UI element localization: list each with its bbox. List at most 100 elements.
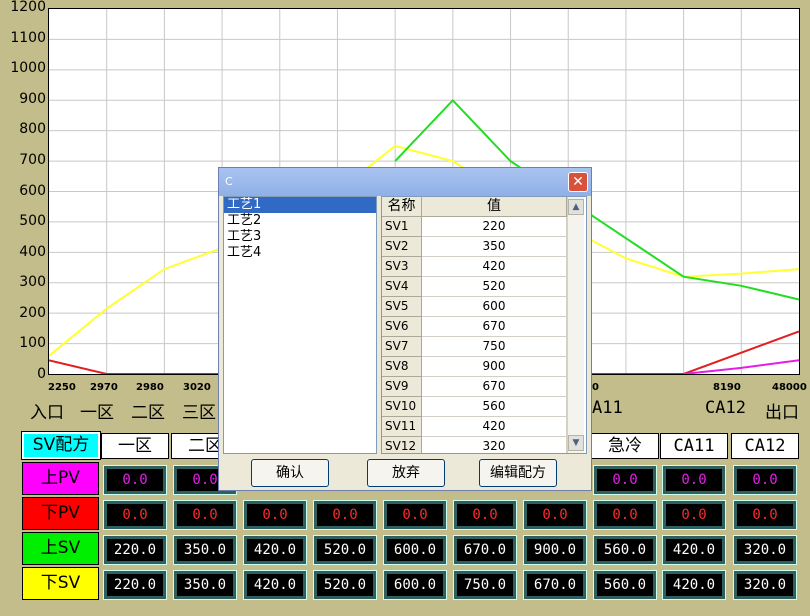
param-value[interactable]: 750 (422, 337, 567, 357)
grid-header-name: 名称 (382, 197, 422, 217)
confirm-button[interactable]: 确认 (251, 459, 329, 487)
param-name: SV10 (382, 397, 422, 417)
x-tick-label: 2250 (48, 382, 76, 393)
param-value[interactable]: 670 (422, 377, 567, 397)
value-cell: 0.0 (593, 500, 657, 530)
x-tick-label: 2980 (136, 382, 164, 393)
value-cell[interactable]: 560.0 (593, 570, 657, 600)
recipe-dialog: C ✕ 工艺1 工艺2 工艺3 工艺4 名称 值 SV1 220 SV2 350 SV3 420… (218, 167, 592, 491)
recipe-list-item[interactable]: 工艺3 (224, 229, 376, 245)
recipe-list-item[interactable]: 工艺2 (224, 213, 376, 229)
param-value[interactable]: 420 (422, 417, 567, 437)
close-icon[interactable]: ✕ (568, 172, 588, 192)
discard-button[interactable]: 放弃 (367, 459, 445, 487)
value-cell: 0.0 (103, 500, 167, 530)
param-name: SV9 (382, 377, 422, 397)
corner-text: SV配方 (32, 435, 90, 455)
value-cell[interactable]: 520.0 (313, 570, 377, 600)
value-cell[interactable]: 900.0 (523, 535, 587, 565)
y-tick-label: 500 (19, 213, 46, 230)
x-zone-name: CA12 (705, 398, 746, 418)
table-col-header: 一区 (101, 433, 169, 459)
value-cell: 0.0 (662, 500, 726, 530)
recipe-list[interactable]: 工艺1 工艺2 工艺3 工艺4 (223, 196, 377, 454)
param-value[interactable]: 600 (422, 297, 567, 317)
x-zone-name: 三区 (182, 403, 216, 423)
x-tick-label: 48000 (772, 382, 807, 393)
value-cell: 0.0 (662, 465, 726, 495)
param-name: SV5 (382, 297, 422, 317)
row-label: 上SV (22, 532, 99, 565)
value-cell[interactable]: 320.0 (733, 570, 797, 600)
value-cell: 0.0 (453, 500, 517, 530)
param-name: SV6 (382, 317, 422, 337)
y-tick-label: 400 (19, 243, 46, 260)
parameter-grid[interactable]: 名称 值 SV1 220 SV2 350 SV3 420 SV4 520 SV5 600 SV6 67… (381, 196, 587, 454)
value-cell[interactable]: 350.0 (173, 535, 237, 565)
scroll-up-icon[interactable]: ▲ (568, 199, 584, 215)
value-cell[interactable]: 560.0 (593, 535, 657, 565)
param-value[interactable]: 220 (422, 217, 567, 237)
y-tick-label: 900 (19, 90, 46, 107)
x-zone-name: 入口 (30, 403, 64, 423)
table-col-header: 急冷 (591, 433, 659, 459)
table-col-header: CA12 (731, 433, 799, 459)
y-tick-label: 300 (19, 274, 46, 291)
recipe-list-item[interactable]: 工艺1 (224, 197, 376, 213)
grid-header-value: 值 (422, 197, 567, 217)
x-zone-name: A11 (592, 398, 623, 418)
value-cell: 0.0 (593, 465, 657, 495)
row-label: 上PV (22, 462, 99, 495)
x-tick-label: 8190 (713, 382, 741, 393)
param-value[interactable]: 520 (422, 277, 567, 297)
scroll-down-icon[interactable]: ▼ (568, 435, 584, 451)
value-cell[interactable]: 670.0 (453, 535, 517, 565)
grid-scrollbar[interactable]: ▲ ▼ (567, 197, 584, 453)
value-cell: 0.0 (103, 465, 167, 495)
value-cell: 0.0 (523, 500, 587, 530)
param-value[interactable]: 560 (422, 397, 567, 417)
y-tick-label: 1100 (10, 29, 46, 46)
hmi-screen: 0 100 200 300 400 500 600 700 800 900 1000 1100 1200… (0, 0, 810, 616)
param-name: SV11 (382, 417, 422, 437)
value-cell[interactable]: 420.0 (243, 570, 307, 600)
y-tick-label: 1000 (10, 60, 46, 77)
y-tick-label: 700 (19, 151, 46, 168)
value-cell: 0.0 (383, 500, 447, 530)
value-cell[interactable]: 670.0 (523, 570, 587, 600)
value-cell[interactable]: 420.0 (243, 535, 307, 565)
table-col-header: CA11 (660, 433, 728, 459)
row-label: 下PV (22, 497, 99, 530)
value-cell: 0.0 (733, 465, 797, 495)
edit-recipe-button[interactable]: 编辑配方 (479, 459, 557, 487)
value-cell[interactable]: 420.0 (662, 570, 726, 600)
param-name: SV1 (382, 217, 422, 237)
y-tick-label: 1200 (10, 0, 46, 15)
row-label: 下SV (22, 567, 99, 600)
x-zone-name: 一区 (80, 403, 114, 423)
param-value[interactable]: 670 (422, 317, 567, 337)
param-value[interactable]: 350 (422, 237, 567, 257)
value-cell: 0.0 (173, 500, 237, 530)
value-cell[interactable]: 320.0 (733, 535, 797, 565)
param-name: SV8 (382, 357, 422, 377)
value-cell[interactable]: 220.0 (103, 535, 167, 565)
value-cell[interactable]: 600.0 (383, 535, 447, 565)
value-cell[interactable]: 350.0 (173, 570, 237, 600)
x-tick-label: 2970 (90, 382, 118, 393)
param-value[interactable]: 420 (422, 257, 567, 277)
value-cell[interactable]: 750.0 (453, 570, 517, 600)
param-name: SV7 (382, 337, 422, 357)
value-cell[interactable]: 520.0 (313, 535, 377, 565)
y-tick-label: 600 (19, 182, 46, 199)
value-cell[interactable]: 220.0 (103, 570, 167, 600)
x-zone-name: 二区 (131, 403, 165, 423)
value-cell: 0.0 (243, 500, 307, 530)
recipe-list-item[interactable]: 工艺4 (224, 245, 376, 261)
param-value[interactable]: 320 (422, 437, 567, 453)
value-cell[interactable]: 600.0 (383, 570, 447, 600)
value-cell[interactable]: 420.0 (662, 535, 726, 565)
param-name: SV4 (382, 277, 422, 297)
dialog-title-bar[interactable]: C ✕ (219, 168, 591, 196)
param-value[interactable]: 900 (422, 357, 567, 377)
